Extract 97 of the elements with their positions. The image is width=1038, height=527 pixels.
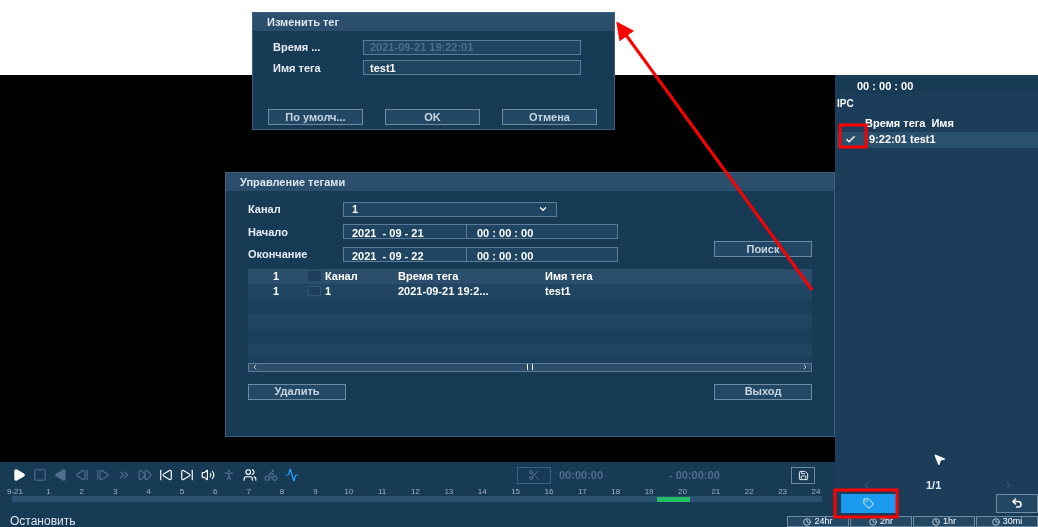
date-value: 2021 - 09 - 21 <box>344 225 467 239</box>
timeline-hour-label: 13 <box>443 487 455 496</box>
tag-list-item[interactable]: 9:22:01 test1 <box>837 131 1038 148</box>
dialog-title: Изменить тег <box>253 13 614 31</box>
time-range-button[interactable]: 2hr <box>850 516 912 527</box>
timeline-hour-label: 8 <box>278 487 286 496</box>
timeline-hour-label: 24 <box>810 487 822 496</box>
time-range-button[interactable]: 30mi <box>976 516 1038 527</box>
clock-icon <box>803 517 812 526</box>
timeline-hour-label: 3 <box>111 487 119 496</box>
tag-button[interactable] <box>841 493 896 513</box>
table-cell-text: 1 <box>272 283 281 299</box>
timeline-hour-label: 9-21 <box>6 487 24 496</box>
column-header: Канал <box>324 268 359 284</box>
dialog-title: Управление тегами <box>226 173 834 191</box>
timeline-hour-label: 18 <box>610 487 622 496</box>
timeline-hour-label: 10 <box>343 487 355 496</box>
delete-button[interactable]: Удалить <box>248 383 346 400</box>
back-arrow-icon <box>1011 497 1023 509</box>
timeline-hour-label: 2 <box>78 487 85 496</box>
column-header: Имя тега <box>545 268 593 284</box>
field-label: Начало <box>248 224 289 240</box>
field-label: Имя тега <box>273 60 322 76</box>
field-label: Канал <box>248 202 282 217</box>
timeline-hour-label: 6 <box>212 487 219 496</box>
mouse-cursor-icon <box>933 452 946 466</box>
skip-back-icon[interactable] <box>159 468 173 482</box>
column-header: Время тега <box>865 116 926 131</box>
play-icon[interactable] <box>12 468 26 482</box>
table-cell-text: 1 <box>324 283 333 299</box>
time-range-label: 1hr <box>943 517 956 526</box>
horizontal-scrollbar[interactable] <box>248 362 812 372</box>
channel-dropdown[interactable]: 1 <box>343 201 557 217</box>
scroll-left-icon[interactable] <box>251 363 259 371</box>
tag-icon <box>863 497 874 509</box>
back-button[interactable] <box>996 493 1038 513</box>
timeline-hour-label: 9 <box>312 487 319 496</box>
timeline-hour-label: 23 <box>777 487 789 496</box>
scroll-right-icon[interactable] <box>801 363 809 371</box>
skip-forward-icon[interactable] <box>180 468 194 482</box>
table-cell-text: test1 <box>545 283 571 299</box>
dialog-button[interactable]: По умолч... <box>268 109 363 125</box>
clock-icon <box>869 517 877 526</box>
clock-icon <box>932 517 940 526</box>
pulse-icon[interactable] <box>285 468 299 482</box>
recording-segment <box>657 497 690 502</box>
timeline-hour-label: 14 <box>476 487 488 496</box>
scroll-grip-icon <box>527 364 533 370</box>
field-label: Окончание <box>248 247 309 262</box>
highlight-frame <box>833 488 899 519</box>
time-value: 00 : 00 : 00 <box>476 248 535 261</box>
time-range-label: 30mi <box>1002 517 1023 526</box>
timeline-hour-label: 19 <box>643 487 655 496</box>
timeline-hour-label: 4 <box>145 487 152 496</box>
timeline-hour-label: 5 <box>178 487 186 496</box>
time-value: 00 : 00 : 00 <box>476 226 535 239</box>
exit-button[interactable]: Выход <box>714 383 812 400</box>
timeline-hour-label: 12 <box>410 487 421 496</box>
page-indicator: 1/1 <box>926 477 942 493</box>
timeline-hour-label: 17 <box>576 487 588 496</box>
column-header: Время тега <box>398 268 460 284</box>
timeline-hour-label: 20 <box>677 487 688 496</box>
time-display: 00 : 00 : 00 <box>837 78 1038 94</box>
tag-entry: 9:22:01 test1 <box>869 132 936 148</box>
time-range-button[interactable]: 1hr <box>913 516 975 527</box>
save-button[interactable] <box>791 466 815 484</box>
field-label: Время ... <box>273 40 322 55</box>
time-range-label: 2hr <box>880 517 893 526</box>
timeline-hour-label: 22 <box>743 487 755 496</box>
dialog-button[interactable]: Отмена <box>502 109 597 125</box>
time-range-button[interactable]: 24hr <box>787 516 849 527</box>
time-range-label: 24hr <box>814 517 833 526</box>
timeline-hour-label: 16 <box>543 487 555 496</box>
date-value: 2021 - 09 - 22 <box>344 247 467 261</box>
dialog-button[interactable]: OK <box>385 109 480 125</box>
date-time-field[interactable]: 2021 - 09 - 22 00 : 00 : 00 <box>343 246 618 262</box>
date-time-field[interactable]: 2021 - 09 - 21 00 : 00 : 00 <box>343 224 618 240</box>
timeline-hour-label: 21 <box>710 487 722 496</box>
column-header: 1 <box>272 268 281 284</box>
clock-icon <box>991 517 1000 526</box>
text-field[interactable]: test1 <box>363 60 581 76</box>
status-text: Остановить <box>10 515 76 527</box>
search-button[interactable]: Поиск <box>714 241 812 258</box>
timeline-track[interactable] <box>12 496 822 502</box>
volume-icon[interactable] <box>201 468 215 482</box>
timeline-hour-label: 15 <box>510 487 522 496</box>
save-icon <box>797 469 809 481</box>
timeline-hour-label: 7 <box>245 487 252 496</box>
scissors-icon <box>528 469 540 481</box>
timeline-hour-label: 11 <box>376 487 388 496</box>
scissors-button[interactable] <box>517 466 551 484</box>
table-cell-text: 2021-09-21 19:2... <box>398 283 490 299</box>
people-icon[interactable] <box>243 468 257 482</box>
checkbox[interactable] <box>308 286 321 296</box>
group-label: IPC <box>837 97 855 111</box>
column-header: Имя <box>931 116 954 131</box>
timeline-hour-label: 1 <box>45 487 52 496</box>
